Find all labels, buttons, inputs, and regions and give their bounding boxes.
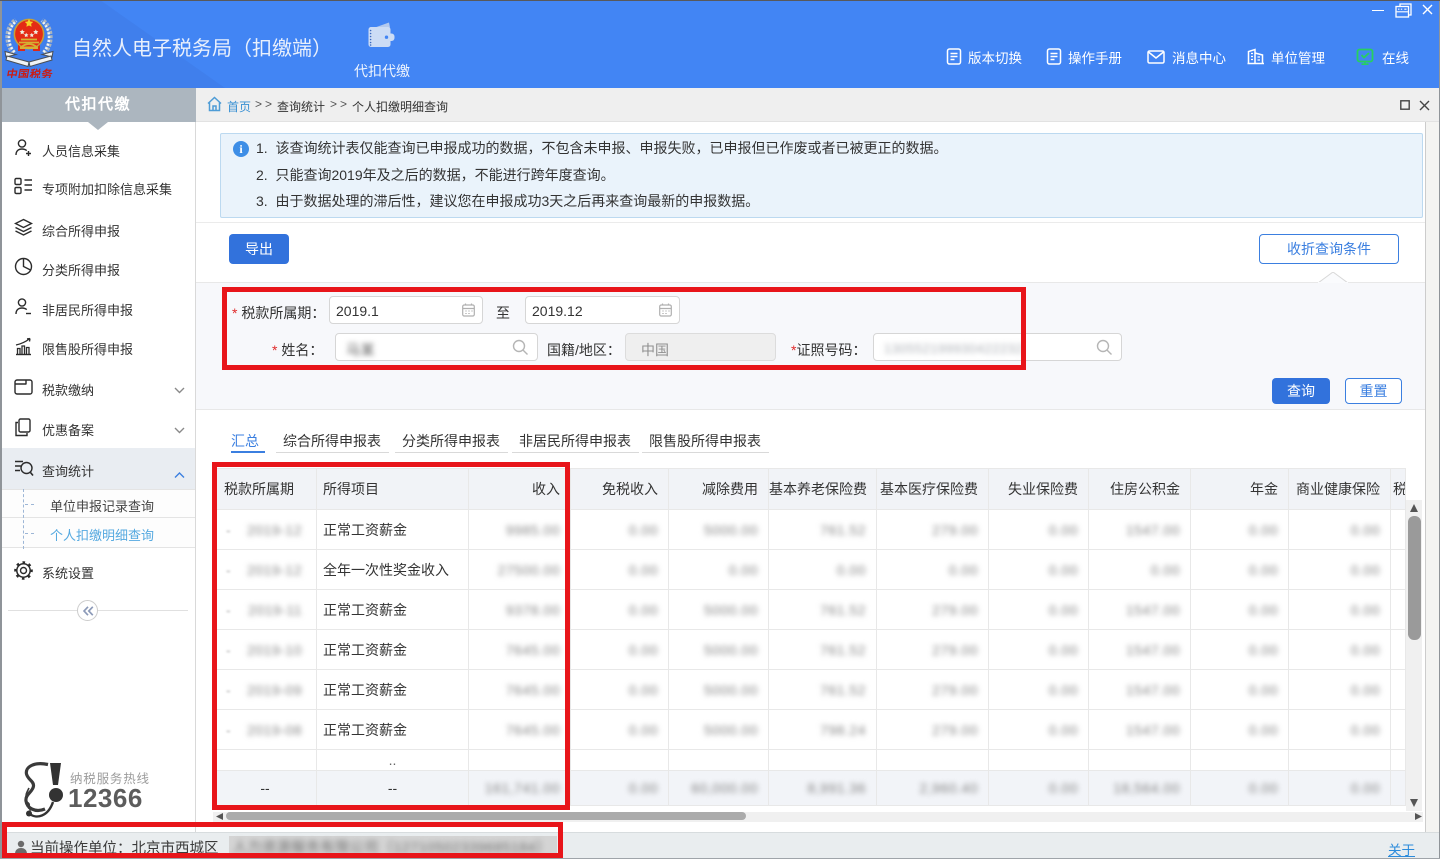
svg-text:中国税务: 中国税务 (5, 67, 54, 78)
